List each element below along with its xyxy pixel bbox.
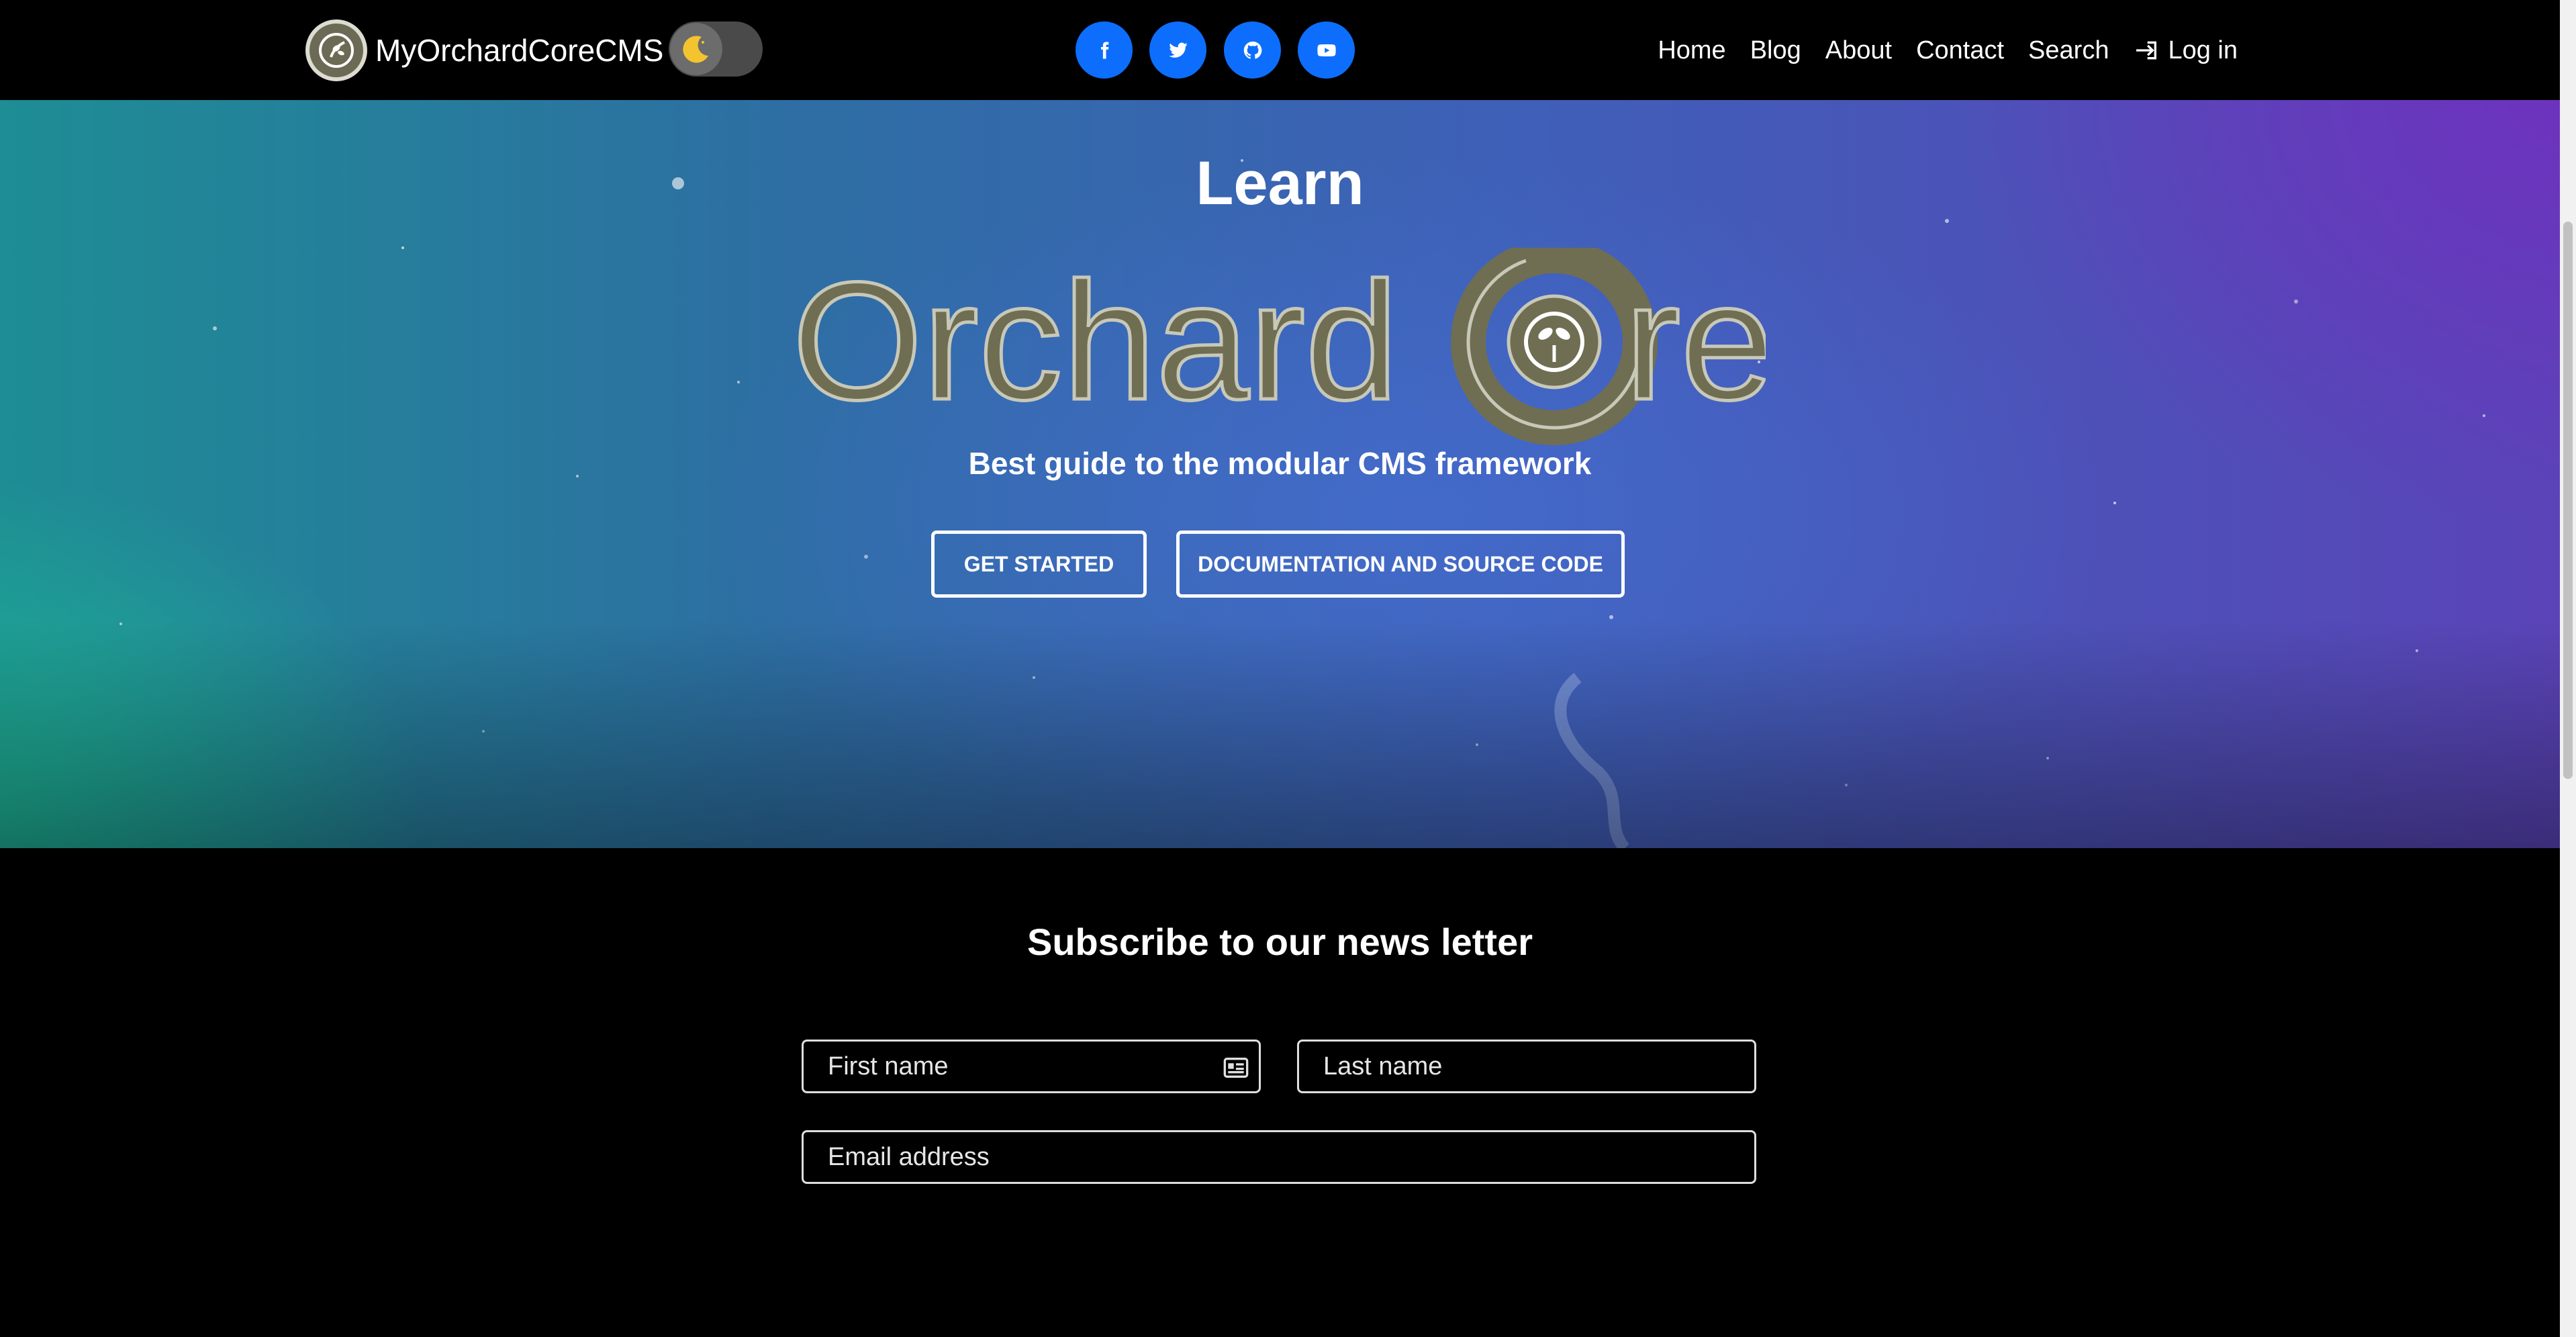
nav-link-search[interactable]: Search [2028,36,2109,65]
orchardcore-logo: Orchard re [792,248,1766,445]
nav-link-home[interactable]: Home [1658,36,1725,65]
hero-title: Learn [1196,149,1364,218]
moon-icon [670,23,722,75]
hero-subtitle: Best guide to the modular CMS framework [968,446,1592,481]
brand-logo-icon [305,19,367,81]
nav-link-blog[interactable]: Blog [1750,36,1801,65]
twitter-icon [1168,42,1188,58]
login-icon [2136,41,2157,60]
top-navbar: MyOrchardCoreCMS Home Blog About Contact… [0,0,2560,100]
facebook-button[interactable] [1076,21,1133,79]
first-name-input[interactable] [804,1042,1259,1091]
nav-link-contact[interactable]: Contact [1916,36,2004,65]
email-field[interactable] [802,1130,1756,1184]
nav-link-about[interactable]: About [1825,36,1892,65]
nav-links: Home Blog About Contact Search Log in [1633,27,2238,74]
twitter-button[interactable] [1149,21,1206,79]
nav-link-login[interactable]: Log in [2133,36,2238,65]
get-started-button[interactable]: GET STARTED [931,531,1147,598]
svg-text:Orchard: Orchard [792,248,1398,434]
brand-name: MyOrchardCoreCMS [375,33,664,68]
subscribe-title: Subscribe to our news letter [1027,921,1533,963]
scrollbar-thumb[interactable] [2563,222,2573,779]
last-name-field[interactable] [1297,1040,1756,1093]
github-button[interactable] [1224,21,1281,79]
facebook-icon [1100,42,1108,58]
page-scrollbar[interactable] [2560,0,2576,1337]
documentation-button[interactable]: DOCUMENTATION AND SOURCE CODE [1176,531,1625,598]
github-icon [1243,41,1261,59]
svg-text:re: re [1625,248,1766,434]
email-input[interactable] [804,1132,1754,1182]
youtube-icon [1317,44,1336,56]
hero-shade [0,620,2560,848]
last-name-input[interactable] [1299,1042,1754,1091]
theme-toggle[interactable] [669,21,763,77]
first-name-field[interactable] [802,1040,1261,1093]
youtube-button[interactable] [1298,21,1355,79]
contact-card-icon [1223,1058,1249,1078]
login-label: Log in [2168,36,2238,64]
brand-link[interactable]: MyOrchardCoreCMS [305,19,663,81]
hero-section: Learn Orchard re Best guide to the modul… [0,100,2560,848]
